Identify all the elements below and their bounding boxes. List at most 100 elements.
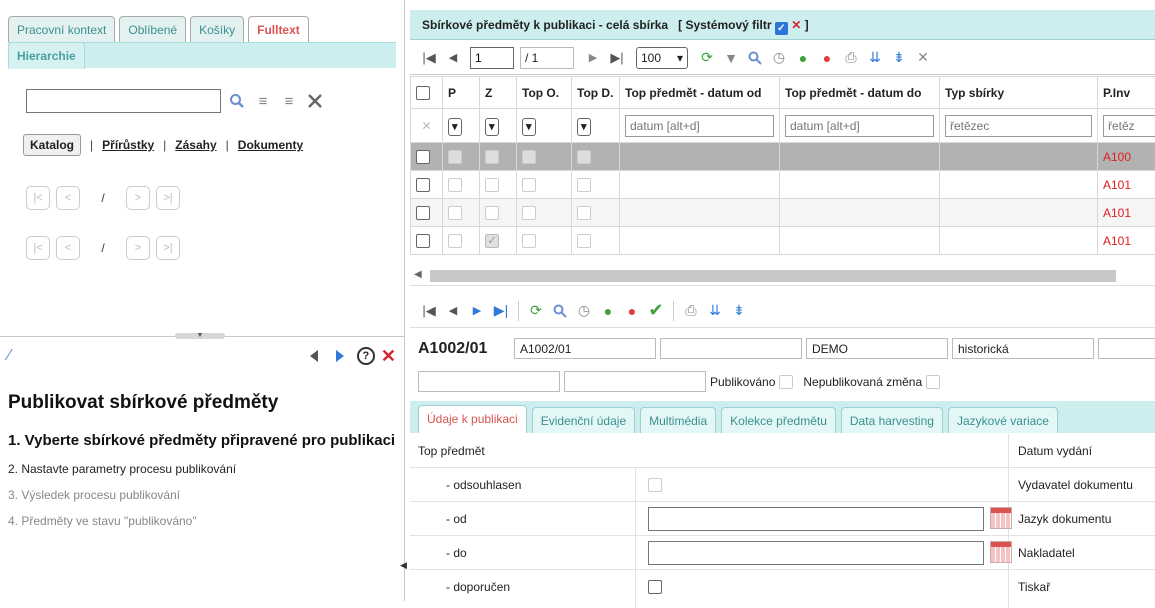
- doporucen-checkbox[interactable]: [648, 580, 662, 594]
- filter-p-select[interactable]: ▾: [448, 118, 462, 136]
- column-header[interactable]: P.Inv: [1098, 77, 1155, 109]
- tab-data-harvesting[interactable]: Data harvesting: [841, 407, 943, 433]
- select-all-checkbox[interactable]: [416, 86, 430, 100]
- pager-last-button[interactable]: >|: [156, 236, 180, 260]
- table-row[interactable]: A100: [411, 143, 1155, 171]
- filter-top-d-select[interactable]: ▾: [577, 118, 591, 136]
- remove-icon[interactable]: ●: [816, 47, 838, 69]
- splitter-handle[interactable]: ▼: [175, 333, 225, 339]
- first-page-icon[interactable]: |◀: [418, 47, 440, 69]
- calendar-icon[interactable]: [990, 541, 1012, 563]
- page-size-select[interactable]: 100▾: [636, 47, 688, 69]
- table-row[interactable]: A101: [411, 199, 1155, 227]
- print-icon[interactable]: ⎙: [840, 47, 862, 69]
- column-header[interactable]: Top předmět - datum od: [620, 77, 780, 109]
- page-number-input[interactable]: [470, 47, 514, 69]
- pager-last-button[interactable]: >|: [156, 186, 180, 210]
- column-header[interactable]: P: [443, 77, 480, 109]
- tab-multimedia[interactable]: Multimédia: [640, 407, 716, 433]
- search-icon[interactable]: [549, 300, 571, 322]
- close-icon[interactable]: ✕: [381, 346, 396, 367]
- filter-icon[interactable]: ▼: [720, 47, 742, 69]
- clear-filter-icon[interactable]: ✕: [791, 18, 801, 32]
- sort-multi-icon[interactable]: ⇟: [728, 300, 750, 322]
- tab-evidencni-udaje[interactable]: Evidenční údaje: [532, 407, 635, 433]
- next-page-icon[interactable]: ▶: [582, 47, 604, 69]
- tab-fulltext[interactable]: Fulltext: [248, 16, 309, 42]
- link-dokumenty[interactable]: Dokumenty: [238, 138, 303, 152]
- link-prirustky[interactable]: Přírůstky: [102, 138, 154, 152]
- last-page-icon[interactable]: ▶|: [606, 47, 628, 69]
- od-date-input[interactable]: [648, 507, 984, 531]
- print-icon[interactable]: ⎙: [680, 300, 702, 322]
- select-all-cell[interactable]: [411, 77, 443, 109]
- tab-kosiky[interactable]: Košíky: [190, 16, 244, 42]
- pager-first-button[interactable]: |<: [26, 186, 50, 210]
- fulltext-search-input[interactable]: [26, 89, 221, 113]
- search-icon[interactable]: [744, 47, 766, 69]
- column-header[interactable]: Top O.: [517, 77, 572, 109]
- scroll-left-icon[interactable]: ◀: [414, 269, 422, 280]
- system-filter-checkbox[interactable]: ✓: [775, 22, 788, 35]
- filter-pinv[interactable]: [1103, 115, 1155, 137]
- prev-record-icon[interactable]: ◀: [442, 300, 464, 322]
- sort-icon[interactable]: ⇊: [864, 47, 886, 69]
- row-checkbox[interactable]: [416, 234, 430, 248]
- pager-prev-button[interactable]: <: [56, 236, 80, 260]
- tab-jazykove-variace[interactable]: Jazykové variace: [948, 407, 1058, 433]
- row-checkbox[interactable]: [416, 150, 430, 164]
- column-header[interactable]: Top D.: [572, 77, 620, 109]
- tools-icon[interactable]: [305, 91, 325, 111]
- list-icon[interactable]: ≡: [253, 91, 273, 111]
- collapse-left-icon[interactable]: ◀: [400, 560, 407, 571]
- tab-pracovni-kontext[interactable]: Pracovní kontext: [8, 16, 115, 42]
- row-checkbox[interactable]: [416, 206, 430, 220]
- save-check-icon[interactable]: ✔: [645, 300, 667, 322]
- next-record-icon[interactable]: ▶: [466, 300, 488, 322]
- katalog-button[interactable]: Katalog: [23, 134, 81, 156]
- list-alt-icon[interactable]: ≡: [279, 91, 299, 111]
- column-header[interactable]: Top předmět - datum do: [780, 77, 940, 109]
- table-row[interactable]: ✓ A101: [411, 227, 1155, 255]
- add-icon[interactable]: ●: [792, 47, 814, 69]
- filter-z-select[interactable]: ▾: [485, 118, 499, 136]
- clear-filters-icon[interactable]: ✕: [411, 109, 443, 143]
- tab-kolekce-predmetu[interactable]: Kolekce předmětu: [721, 407, 836, 433]
- filter-date-from[interactable]: [625, 115, 774, 137]
- history-icon[interactable]: ◷: [573, 300, 595, 322]
- filter-typ-sbirky[interactable]: [945, 115, 1092, 137]
- link-zasahy[interactable]: Zásahy: [175, 138, 216, 152]
- tab-udaje-k-publikaci[interactable]: Údaje k publikaci: [418, 405, 527, 433]
- filter-date-to[interactable]: [785, 115, 934, 137]
- column-header[interactable]: Z: [480, 77, 517, 109]
- refresh-icon[interactable]: ⟳: [525, 300, 547, 322]
- tab-oblibene[interactable]: Oblíbené: [119, 16, 186, 42]
- help-icon[interactable]: ?: [357, 347, 375, 365]
- pager-prev-button[interactable]: <: [56, 186, 80, 210]
- tools-icon[interactable]: ✕: [912, 47, 934, 69]
- add-icon[interactable]: ●: [597, 300, 619, 322]
- search-icon[interactable]: [227, 91, 247, 111]
- scrollbar-thumb[interactable]: [430, 270, 1116, 282]
- table-row[interactable]: A101: [411, 171, 1155, 199]
- calendar-icon[interactable]: [990, 507, 1012, 529]
- do-date-input[interactable]: [648, 541, 984, 565]
- pager-next-button[interactable]: >: [126, 236, 150, 260]
- sort-icon[interactable]: ⇊: [704, 300, 726, 322]
- horizontal-scrollbar[interactable]: ◀: [410, 266, 1155, 286]
- first-record-icon[interactable]: |◀: [418, 300, 440, 322]
- column-header[interactable]: Typ sbírky: [940, 77, 1098, 109]
- refresh-icon[interactable]: ⟳: [696, 47, 718, 69]
- pager-next-button[interactable]: >: [126, 186, 150, 210]
- row-checkbox[interactable]: [416, 178, 430, 192]
- wizard-prev-icon[interactable]: [303, 346, 327, 366]
- wizard-next-icon[interactable]: [327, 346, 351, 366]
- sort-multi-icon[interactable]: ⇟: [888, 47, 910, 69]
- last-record-icon[interactable]: ▶|: [490, 300, 512, 322]
- remove-icon[interactable]: ●: [621, 300, 643, 322]
- pager-first-button[interactable]: |<: [26, 236, 50, 260]
- prev-page-icon[interactable]: ◀: [442, 47, 464, 69]
- history-icon[interactable]: ◷: [768, 47, 790, 69]
- record-field-status-1: [418, 371, 560, 392]
- filter-top-o-select[interactable]: ▾: [522, 118, 536, 136]
